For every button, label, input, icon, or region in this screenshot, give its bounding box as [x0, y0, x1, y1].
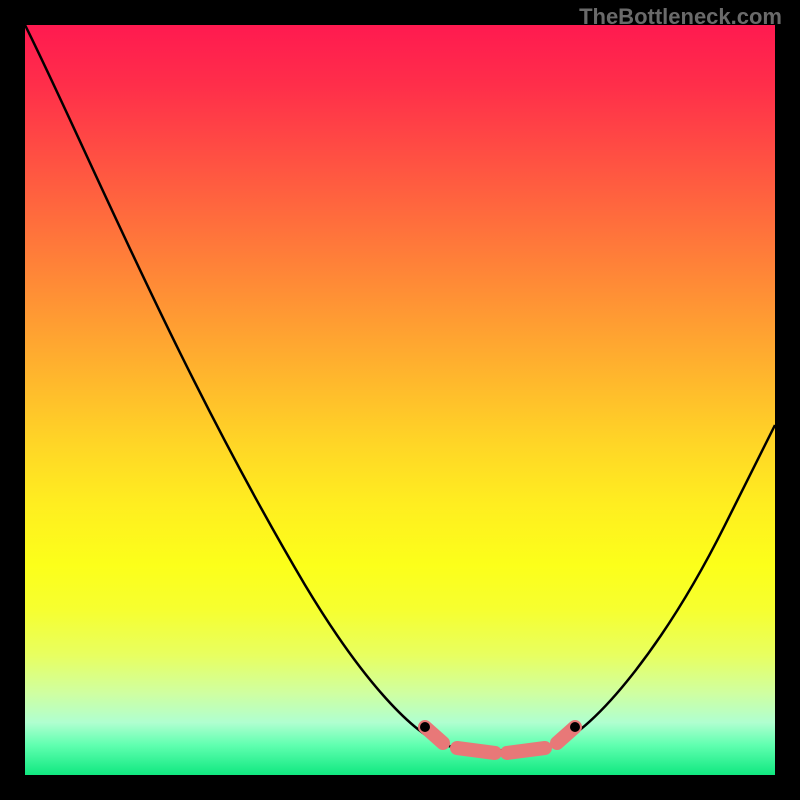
- curve-left-descent: [25, 25, 445, 745]
- highlight-dot-left: [420, 722, 430, 732]
- chart-plot-area: [25, 25, 775, 775]
- curve-right-ascent: [555, 425, 775, 745]
- highlight-dot-right: [570, 722, 580, 732]
- bottleneck-curve: [25, 25, 775, 775]
- watermark-text: TheBottleneck.com: [579, 4, 782, 30]
- highlight-minimum-region: [425, 727, 575, 753]
